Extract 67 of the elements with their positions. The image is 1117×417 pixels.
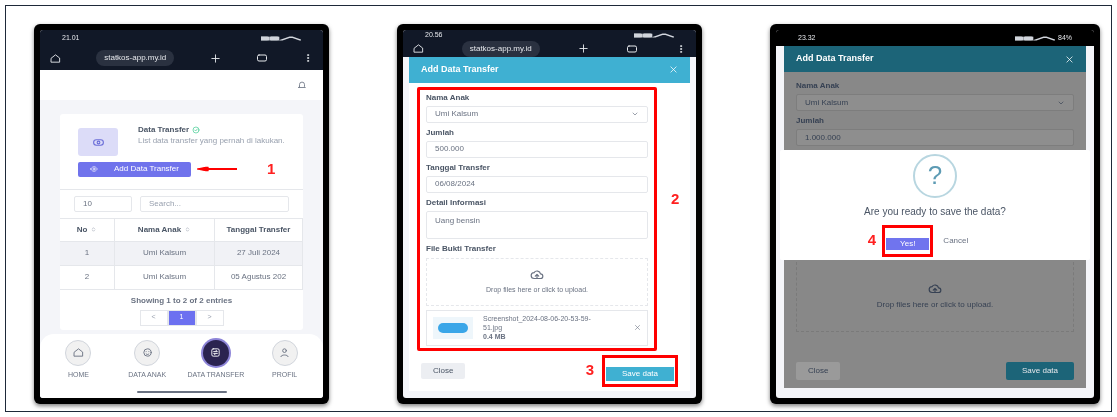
input-field[interactable]: Uang bensin <box>426 210 648 239</box>
modal-title: Add Data Transfer <box>421 62 499 76</box>
field-label: File Bukti Transfer <box>426 242 497 255</box>
step-number: 1 <box>266 159 276 179</box>
table-cell: 2 <box>60 265 115 289</box>
save-data-button[interactable]: Save data <box>1005 362 1074 380</box>
tabs-icon <box>255 52 268 64</box>
status-icons <box>634 31 674 39</box>
tabs-icon <box>626 42 639 55</box>
step-number: 3 <box>585 360 594 381</box>
photo-placeholder <box>438 322 468 333</box>
entries-info: Showing 1 to 2 of 2 entries <box>129 294 234 307</box>
search-field[interactable]: Search... <box>140 195 289 212</box>
input-field[interactable]: 500.000 <box>426 140 648 158</box>
sort-icon <box>90 226 98 233</box>
card-title: Data Transfer <box>138 124 190 136</box>
dialog-message: Are you ready to save the data? <box>864 204 1006 219</box>
status-icons <box>1015 34 1055 42</box>
yes-button[interactable]: Yes! <box>886 237 930 250</box>
bell-icon <box>297 80 307 90</box>
table-cell: 27 Juli 2024 <box>215 241 303 265</box>
table-cell: 1 <box>60 241 115 265</box>
close-icon <box>1065 54 1074 64</box>
close-button[interactable]: Close <box>421 362 466 379</box>
page-length-select[interactable]: 10 <box>74 195 132 212</box>
field-label: Tanggal Transfer <box>426 161 491 174</box>
question-icon: ? <box>913 153 957 198</box>
field-label: Nama Anak <box>426 91 471 104</box>
close-icon <box>669 65 678 74</box>
table-cell: 05 Agustus 202 <box>215 265 303 289</box>
step-number: 4 <box>867 230 877 251</box>
column-header[interactable]: Tanggal Transfer <box>215 218 303 241</box>
cloud-upload-icon <box>530 267 544 282</box>
home-icon <box>413 43 424 54</box>
cancel-button[interactable]: Cancel <box>939 234 973 247</box>
cloud-upload-icon <box>928 282 942 296</box>
status-icons <box>261 34 301 42</box>
column-header[interactable]: No <box>60 218 115 241</box>
plus-icon <box>577 43 589 54</box>
chevron-down-icon <box>631 110 639 118</box>
column-header[interactable]: Nama Anak <box>115 218 215 241</box>
face-icon <box>141 347 153 359</box>
select-field[interactable]: Umi Kalsum <box>796 94 1074 111</box>
modal-title: Add Data Transfer <box>796 52 874 66</box>
field-label: Jumlah <box>426 126 455 139</box>
close-button[interactable]: Close <box>796 362 841 380</box>
check-circle-icon <box>192 126 201 134</box>
field-label: Nama Anak <box>796 80 841 92</box>
card-description: List data transfer yang pernah di lakukan. <box>138 136 286 146</box>
user-icon <box>279 347 291 359</box>
eye-icon <box>90 165 98 174</box>
input-field[interactable]: 06/08/2024 <box>426 175 648 193</box>
address-bar[interactable]: statkos-app.my.id <box>96 50 175 66</box>
remove-file-icon <box>634 324 641 331</box>
step-number: 2 <box>671 188 680 209</box>
sort-icon <box>184 226 192 233</box>
select-field[interactable]: Umi Kalsum <box>426 105 648 123</box>
plus-icon <box>209 52 221 64</box>
home-icon <box>50 52 61 64</box>
add-data-transfer-button[interactable]: Add Data Transfer <box>78 161 191 177</box>
transfer-icon <box>210 347 222 359</box>
input-field[interactable]: 1.000.000 <box>796 129 1074 146</box>
table-cell: Umi Kalsum <box>115 265 215 289</box>
home-icon <box>72 347 84 359</box>
field-label: Detail Informasi <box>426 196 487 209</box>
table-cell: Umi Kalsum <box>115 241 215 265</box>
field-label: Jumlah <box>796 115 825 127</box>
